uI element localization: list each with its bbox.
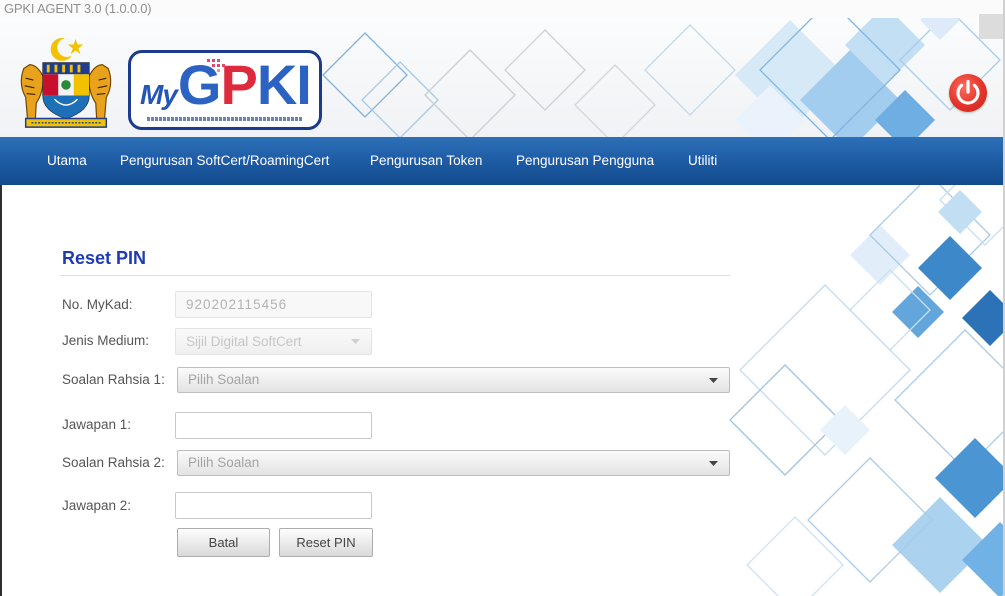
diamond-shape [322,32,408,118]
mykad-label: No. MyKad: [62,297,133,312]
medium-label: Jenis Medium: [62,333,150,348]
nav-item-utiliti[interactable]: Utiliti [688,137,717,185]
question1-label: Soalan Rahsia 1: [62,372,165,387]
diamond-shape [918,236,982,300]
logo-text-my: My [140,79,178,110]
diamond-shape [504,29,586,111]
diamond-shape [920,18,960,40]
cancel-button[interactable]: Batal [177,528,270,557]
main-nav: Utama Pengurusan SoftCert/RoamingCert Pe… [0,137,1003,185]
reset-pin-button[interactable]: Reset PIN [279,528,373,557]
diamond-shape [892,286,944,338]
window-control[interactable] [979,14,1003,39]
chevron-down-icon [709,461,718,466]
diamond-shape [962,290,1005,346]
diamond-shape [574,64,656,137]
answer2-field[interactable] [175,492,372,519]
nav-item-softcert[interactable]: Pengurusan SoftCert/RoamingCert [120,137,329,185]
chevron-down-icon [709,378,718,383]
title-divider [60,275,730,276]
power-icon [956,79,980,105]
power-button[interactable] [949,74,987,112]
answer2-label: Jawapan 2: [62,498,132,513]
mykad-field[interactable] [175,291,372,318]
coat-of-arms-icon [20,37,112,128]
logo-tagline [147,117,303,121]
diamond-shape [424,49,516,137]
diamond-shape [361,61,439,137]
diamond-shape [894,329,1005,471]
window-title: GPKI AGENT 3.0 (1.0.0.0) [4,1,152,16]
header-banner: My G P KI [0,18,1003,137]
question1-select[interactable]: Pilih Soalan [177,367,730,393]
diamond-shape [820,405,870,455]
diamond-shape [644,24,736,116]
mygpki-logo: My G P KI [128,50,322,130]
diamond-shape [746,516,844,596]
question1-select-value: Pilih Soalan [188,372,260,387]
diamond-shape [729,364,841,476]
question2-select-value: Pilih Soalan [188,455,260,470]
diamond-shape [850,225,910,285]
question2-select[interactable]: Pilih Soalan [177,450,730,476]
logo-text-ki: KI [256,53,312,116]
window-border-left [0,185,2,596]
nav-item-utama[interactable]: Utama [47,137,87,185]
question2-label: Soalan Rahsia 2: [62,455,165,470]
nav-item-pengguna[interactable]: Pengurusan Pengguna [516,137,654,185]
medium-select-value: Sijil Digital SoftCert [186,334,302,349]
window-titlebar: GPKI AGENT 3.0 (1.0.0.0) [0,0,1005,18]
medium-select[interactable]: Sijil Digital SoftCert [175,328,372,355]
diamond-shape [938,190,982,234]
answer1-label: Jawapan 1: [62,417,132,432]
page-title: Reset PIN [62,248,147,268]
nav-item-token[interactable]: Pengurusan Token [370,137,482,185]
answer1-field[interactable] [175,412,372,439]
logo-pixel-dots [207,59,225,72]
chevron-down-icon [351,339,360,344]
